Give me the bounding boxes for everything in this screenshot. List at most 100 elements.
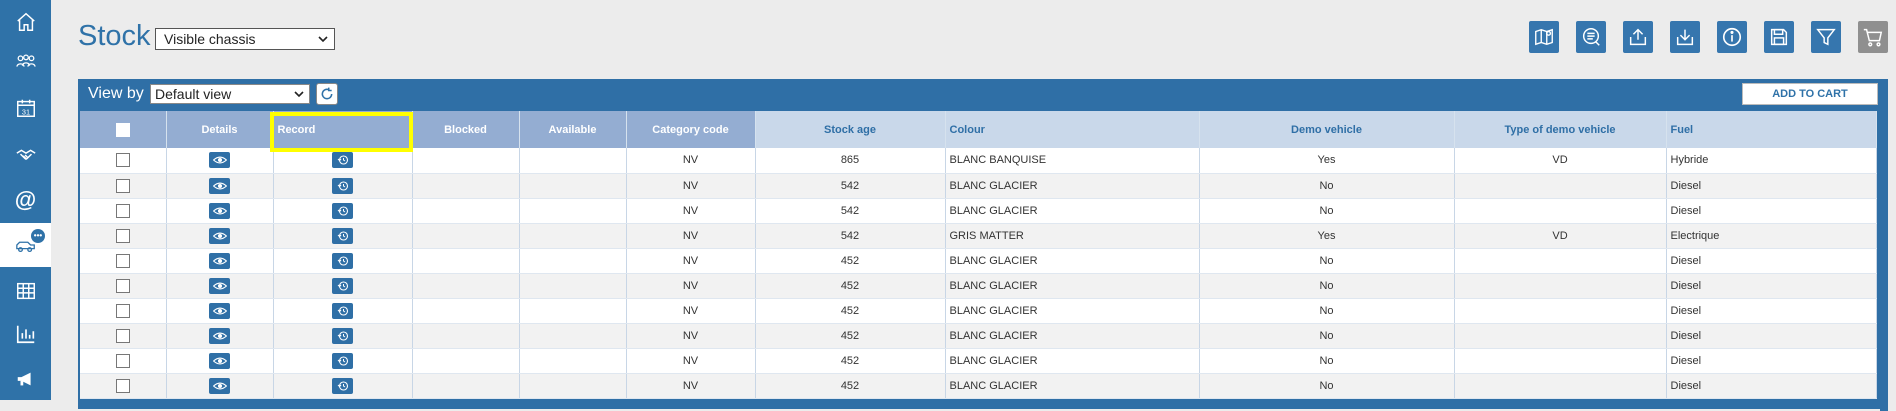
col-header-demo-type[interactable]: Type of demo vehicle	[1454, 111, 1667, 148]
demo-vehicle-cell: No	[1199, 198, 1455, 224]
col-header-fuel[interactable]: Fuel	[1666, 111, 1877, 148]
record-button[interactable]	[332, 202, 353, 219]
vertical-scrollbar[interactable]	[1880, 111, 1888, 411]
details-button[interactable]	[209, 152, 230, 169]
details-button[interactable]	[209, 277, 230, 294]
colour-cell: BLANC GLACIER	[945, 273, 1200, 299]
blocked-cell	[412, 148, 520, 174]
search-list-button[interactable]	[1576, 21, 1606, 53]
record-button[interactable]	[332, 227, 353, 244]
row-checkbox[interactable]	[115, 278, 130, 293]
fuel-cell: Electrique	[1666, 223, 1877, 249]
nav-spreadsheet[interactable]	[0, 269, 51, 313]
home-icon	[16, 12, 35, 31]
row-checkbox[interactable]	[115, 303, 130, 318]
details-button[interactable]	[209, 227, 230, 244]
table-row[interactable]: NV 452 BLANC GLACIER No Diesel	[80, 273, 1877, 299]
table-row[interactable]: NV 452 BLANC GLACIER No Diesel	[80, 298, 1877, 324]
row-checkbox[interactable]	[115, 203, 130, 218]
fuel-cell: Diesel	[1666, 298, 1877, 324]
fuel-cell: Diesel	[1666, 198, 1877, 224]
history-icon	[337, 330, 348, 341]
history-icon	[337, 205, 348, 216]
col-header-stock-age[interactable]: Stock age	[755, 111, 946, 148]
row-checkbox[interactable]	[115, 353, 130, 368]
row-checkbox[interactable]	[115, 328, 130, 343]
megaphone-icon	[17, 372, 31, 386]
nav-calendar[interactable]: 31	[0, 86, 51, 130]
table-row[interactable]: NV 452 BLANC GLACIER No Diesel	[80, 348, 1877, 374]
nav-campaigns[interactable]	[0, 357, 51, 401]
colour-cell: BLANC GLACIER	[945, 173, 1200, 199]
record-button[interactable]	[332, 152, 353, 169]
refresh-button[interactable]	[316, 83, 338, 105]
details-button[interactable]	[209, 202, 230, 219]
record-button[interactable]	[332, 277, 353, 294]
add-to-cart-button[interactable]: ADD TO CART	[1742, 83, 1878, 105]
demo-type-cell	[1454, 273, 1667, 299]
details-button[interactable]	[209, 327, 230, 344]
col-header-available[interactable]: Available	[519, 111, 627, 148]
details-button[interactable]	[209, 377, 230, 394]
table-row[interactable]: NV 452 BLANC GLACIER No Diesel	[80, 248, 1877, 274]
nav-groups[interactable]	[0, 40, 51, 84]
row-checkbox[interactable]	[115, 378, 130, 393]
record-button[interactable]	[332, 327, 353, 344]
record-button[interactable]	[332, 177, 353, 194]
stock-age-cell: 452	[755, 298, 946, 324]
nav-vehicles[interactable]: •••	[0, 223, 51, 267]
col-header-colour[interactable]: Colour	[945, 111, 1200, 148]
select-all-checkbox[interactable]	[115, 122, 130, 137]
details-button[interactable]	[209, 352, 230, 369]
upload-button[interactable]	[1623, 21, 1653, 53]
download-button[interactable]	[1670, 21, 1700, 53]
cart-button[interactable]	[1858, 21, 1888, 53]
nav-home[interactable]	[0, 0, 51, 44]
record-cell	[273, 248, 413, 274]
table-row[interactable]: NV 542 BLANC GLACIER No Diesel	[80, 198, 1877, 224]
table-row[interactable]: NV 452 BLANC GLACIER No Diesel	[80, 323, 1877, 349]
details-button[interactable]	[209, 302, 230, 319]
row-checkbox[interactable]	[115, 253, 130, 268]
colour-cell: BLANC GLACIER	[945, 373, 1200, 399]
col-header-category-code[interactable]: Category code	[626, 111, 756, 148]
table-body: NV 865 BLANC BANQUISE Yes VD Hybride NV 542 BLAN…	[80, 148, 1877, 399]
colour-cell: BLANC GLACIER	[945, 248, 1200, 274]
spreadsheet-icon	[16, 282, 35, 300]
row-checkbox[interactable]	[115, 228, 130, 243]
filter-button[interactable]	[1811, 21, 1841, 53]
history-icon	[337, 180, 348, 191]
vehicles-badge: •••	[31, 229, 45, 243]
bar-chart-icon	[16, 325, 34, 344]
select-all-header[interactable]	[80, 111, 167, 148]
record-button[interactable]	[332, 252, 353, 269]
record-button[interactable]	[332, 352, 353, 369]
viewby-select[interactable]: Default view	[150, 84, 310, 104]
col-header-demo-vehicle[interactable]: Demo vehicle	[1199, 111, 1455, 148]
map-button[interactable]	[1529, 21, 1559, 53]
table-row[interactable]: NV 542 GRIS MATTER Yes VD Electrique	[80, 223, 1877, 249]
table-row[interactable]: NV 452 BLANC GLACIER No Diesel	[80, 373, 1877, 399]
select-cell	[80, 373, 167, 399]
record-button[interactable]	[332, 302, 353, 319]
details-button[interactable]	[209, 177, 230, 194]
row-checkbox[interactable]	[115, 178, 130, 193]
record-button[interactable]	[332, 377, 353, 394]
category-code-cell: NV	[626, 148, 756, 174]
row-checkbox[interactable]	[115, 153, 130, 168]
col-header-details[interactable]: Details	[166, 111, 274, 148]
save-button[interactable]	[1764, 21, 1794, 53]
stock-table: Details Record Blocked Available Categor…	[80, 111, 1877, 399]
details-button[interactable]	[209, 252, 230, 269]
details-cell	[166, 223, 274, 249]
nav-statistics[interactable]	[0, 312, 51, 356]
eye-icon	[212, 156, 227, 164]
nav-partners[interactable]	[0, 133, 51, 177]
available-cell	[519, 148, 627, 174]
chassis-select[interactable]: Visible chassis	[155, 28, 335, 50]
table-row[interactable]: NV 542 BLANC GLACIER No Diesel	[80, 173, 1877, 199]
col-header-blocked[interactable]: Blocked	[412, 111, 520, 148]
record-cell	[273, 298, 413, 324]
nav-email[interactable]: @	[0, 178, 51, 222]
info-button[interactable]	[1717, 21, 1747, 53]
